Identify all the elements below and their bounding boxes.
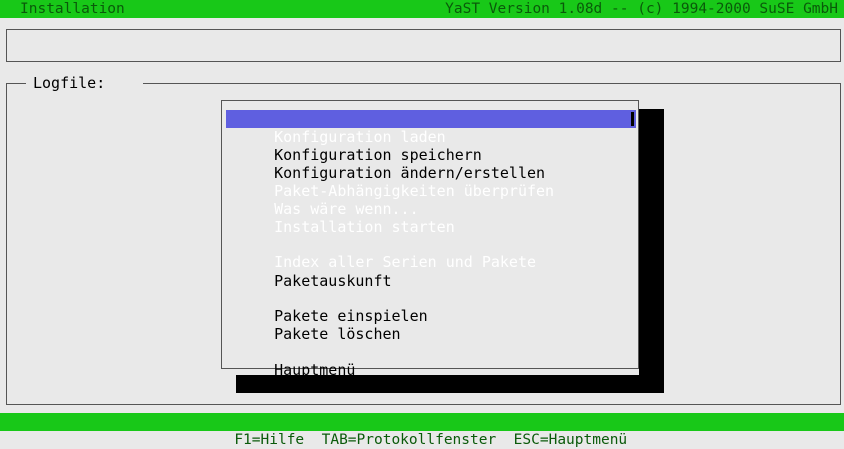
menu-item-installation-starten[interactable]: Installation starten	[226, 200, 636, 236]
menu-item-index-serien-pakete[interactable]: Index aller Serien und Pakete	[226, 235, 636, 271]
menu-item-label: Hauptmenü	[274, 361, 356, 379]
menu-item-label: Installation starten	[274, 218, 455, 236]
command-input-box[interactable]	[6, 29, 841, 62]
menu-item-hauptmenue[interactable]: Hauptmenü	[226, 343, 636, 379]
menu-item-pakete-einspielen[interactable]: Pakete einspielen	[226, 289, 636, 325]
menu-item-label: Pakete löschen	[274, 325, 401, 343]
logfile-title: Logfile:	[33, 74, 106, 92]
installation-menu: Konfiguration laden Konfiguration speich…	[221, 100, 639, 379]
module-title: Installation	[20, 1, 125, 17]
key-hints: F1=Hilfe TAB=Protokollfenster ESC=Hauptm…	[234, 432, 628, 448]
menu-item-konfiguration-aendern[interactable]: Konfiguration ändern/erstellen	[226, 146, 636, 182]
version-info: YaST Version 1.08d -- (c) 1994-2000 SuSE…	[445, 1, 838, 17]
menu-item-paket-abhaengigkeiten[interactable]: Paket-Abhängigkeiten überprüfen	[226, 164, 636, 200]
key-hints-bar: F1=Hilfe TAB=Protokollfenster ESC=Hauptm…	[0, 413, 844, 448]
menu-item-pakete-loeschen[interactable]: Pakete löschen	[226, 307, 636, 343]
cursor	[631, 112, 634, 126]
menu-item-label: Paketauskunft	[274, 272, 392, 290]
title-bar: Installation YaST Version 1.08d -- (c) 1…	[0, 0, 844, 18]
menu-shadow	[639, 109, 664, 393]
menu-item-konfiguration-speichern[interactable]: Konfiguration speichern	[226, 128, 636, 164]
menu-item-konfiguration-laden[interactable]: Konfiguration laden	[226, 110, 636, 146]
menu-item-paketauskunft[interactable]: Paketauskunft	[226, 254, 636, 290]
logfile-frame-border	[6, 83, 26, 84]
logfile-frame-border	[143, 83, 841, 84]
menu-item-was-waere-wenn[interactable]: Was wäre wenn...	[226, 182, 636, 218]
